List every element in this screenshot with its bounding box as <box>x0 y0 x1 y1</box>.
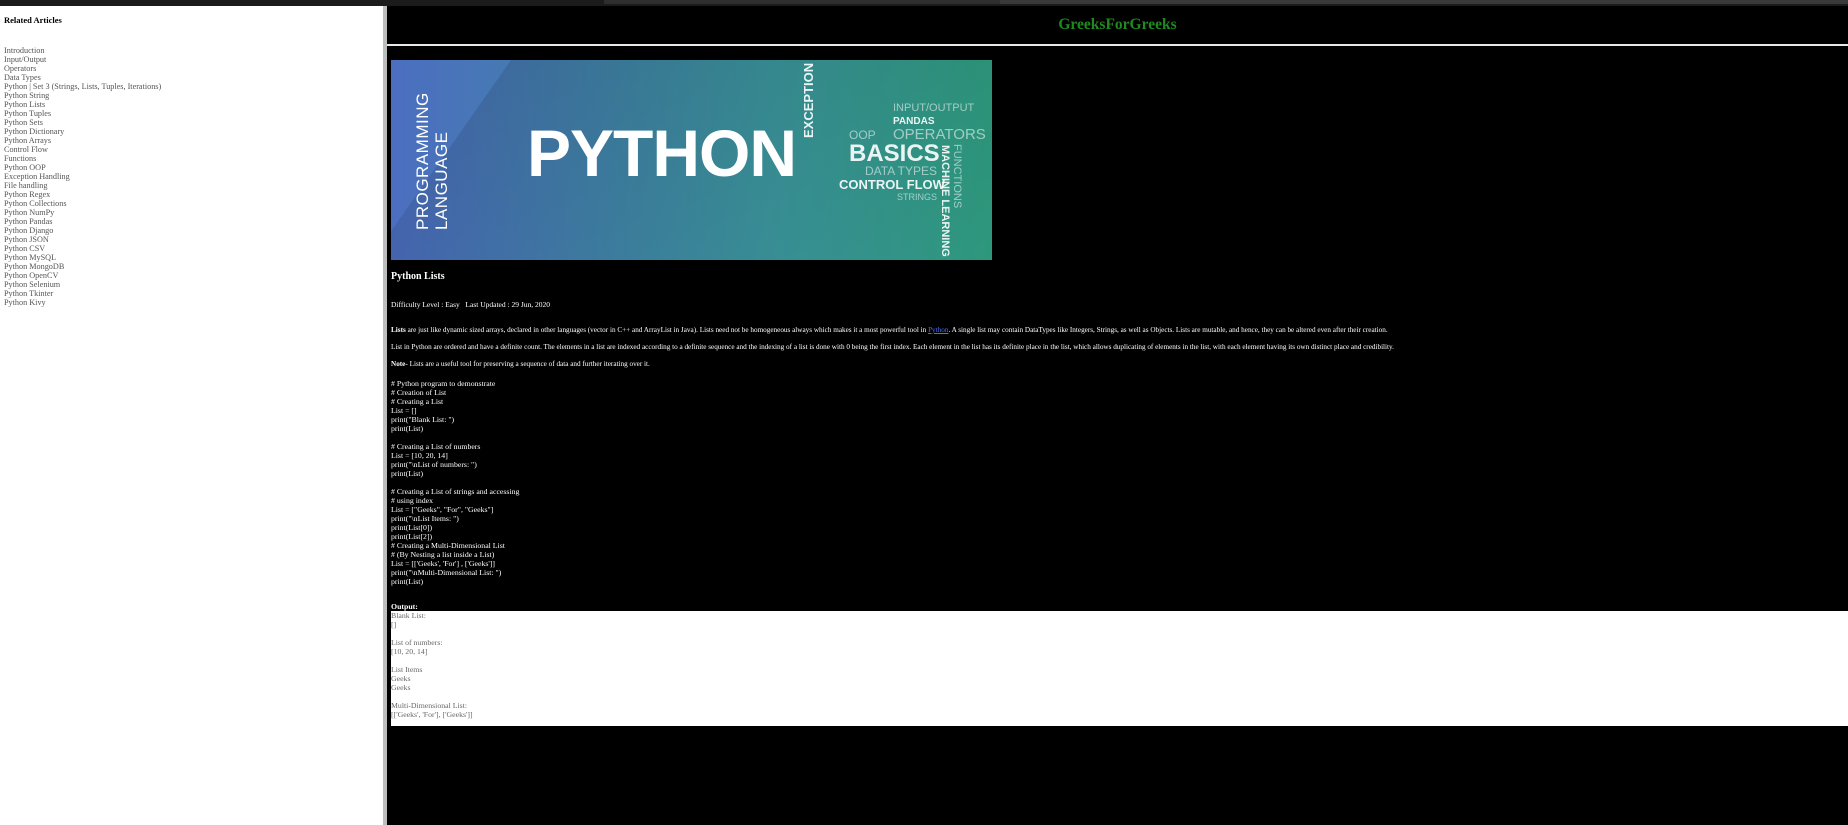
sidebar-item[interactable]: Introduction <box>4 46 161 55</box>
sidebar-item[interactable]: Python Kivy <box>4 298 161 307</box>
sidebar-item[interactable]: Python Sets <box>4 118 161 127</box>
sidebar-item[interactable]: Python OOP <box>4 163 161 172</box>
output-label: Output: <box>391 602 418 611</box>
banner-python-word: PYTHON <box>527 116 797 190</box>
paragraph-lists-intro: Lists are just like dynamic sized arrays… <box>391 326 1841 335</box>
sidebar-item[interactable]: Python Lists <box>4 100 161 109</box>
sidebar-item[interactable]: Python Pandas <box>4 217 161 226</box>
banner-word-input-output: INPUT/OUTPUT <box>893 102 975 114</box>
sidebar-item[interactable]: Exception Handling <box>4 172 161 181</box>
code-block: # Python program to demonstrate # Creati… <box>391 379 520 586</box>
sidebar-title: Related Articles <box>4 15 62 25</box>
sidebar-item[interactable]: Input/Output <box>4 55 161 64</box>
banner-vertical-line2: LANGUAGE <box>432 131 451 230</box>
sidebar-item[interactable]: Python CSV <box>4 244 161 253</box>
banner-word-functions: FUNCTIONS <box>951 144 963 209</box>
sidebar-item[interactable]: File handling <box>4 181 161 190</box>
sidebar-item[interactable]: Python Collections <box>4 199 161 208</box>
output-box: Blank List: [] List of numbers: [10, 20,… <box>391 611 1848 726</box>
difficulty-level: Difficulty Level : Easy Last Updated : 2… <box>391 300 550 309</box>
sidebar-item[interactable]: Python OpenCV <box>4 271 161 280</box>
sidebar-item[interactable]: Functions <box>4 154 161 163</box>
banner-word-exception: EXCEPTION <box>801 62 816 138</box>
sidebar-list: Introduction Input/Output Operators Data Ty… <box>4 46 161 307</box>
sidebar-item[interactable]: Python NumPy <box>4 208 161 217</box>
top-bar-segment <box>604 0 1000 4</box>
intro-text-b: . A single list may contain DataTypes li… <box>948 326 1388 334</box>
related-articles-sidebar: Related Articles Introduction Input/Outpu… <box>0 6 383 825</box>
sidebar-item[interactable]: Python MongoDB <box>4 262 161 271</box>
site-title[interactable]: GreeksForGreeks <box>387 16 1848 34</box>
header-rule <box>387 44 1848 46</box>
sidebar-item[interactable]: Python MySQL <box>4 253 161 262</box>
intro-text-a: are just like dynamic sized arrays, decl… <box>405 326 929 334</box>
article-main: GreeksForGreeks PROGRAMMING LANGUAGE PYT… <box>387 6 1848 825</box>
sidebar-item[interactable]: Python Dictionary <box>4 127 161 136</box>
sidebar-item[interactable]: Control Flow <box>4 145 161 154</box>
python-banner-image: PROGRAMMING LANGUAGE PYTHON EXCEPTION IN… <box>391 60 992 260</box>
sidebar-item[interactable]: Python Django <box>4 226 161 235</box>
banner-word-data-types: DATA TYPES <box>865 164 938 178</box>
output-text: Blank List: [] List of numbers: [10, 20,… <box>391 611 473 719</box>
banner-word-control-flow: CONTROL FLOW <box>839 177 945 192</box>
sidebar-item[interactable]: Python Tuples <box>4 109 161 118</box>
note-text: Lists are a useful tool for preserving a… <box>407 360 650 368</box>
sidebar-item[interactable]: Python Arrays <box>4 136 161 145</box>
sidebar-item[interactable]: Python String <box>4 91 161 100</box>
sidebar-item[interactable]: Python | Set 3 (Strings, Lists, Tuples, … <box>4 82 161 91</box>
sidebar-item[interactable]: Operators <box>4 64 161 73</box>
banner-vertical-line1: PROGRAMMING <box>413 92 432 230</box>
article-title: Python Lists <box>391 271 445 282</box>
paragraph-note: Note- Lists are a useful tool for preser… <box>391 360 1841 369</box>
python-link[interactable]: Python <box>928 326 948 334</box>
sidebar-item[interactable]: Data Types <box>4 73 161 82</box>
sidebar-item[interactable]: Python Regex <box>4 190 161 199</box>
top-bar-segment <box>1000 0 1848 4</box>
banner-word-strings: STRINGS <box>897 192 938 202</box>
paragraph-ordered: List in Python are ordered and have a de… <box>391 343 1394 351</box>
banner-word-machine-learning: MACHINE LEARNING <box>939 145 951 257</box>
sidebar-item[interactable]: Python JSON <box>4 235 161 244</box>
banner-vertical-text: PROGRAMMING LANGUAGE <box>413 92 451 230</box>
lists-bold: Lists <box>391 326 406 334</box>
sidebar-item[interactable]: Python Selenium <box>4 280 161 289</box>
sidebar-item[interactable]: Python Tkinter <box>4 289 161 298</box>
note-bold: Note- <box>391 360 408 368</box>
